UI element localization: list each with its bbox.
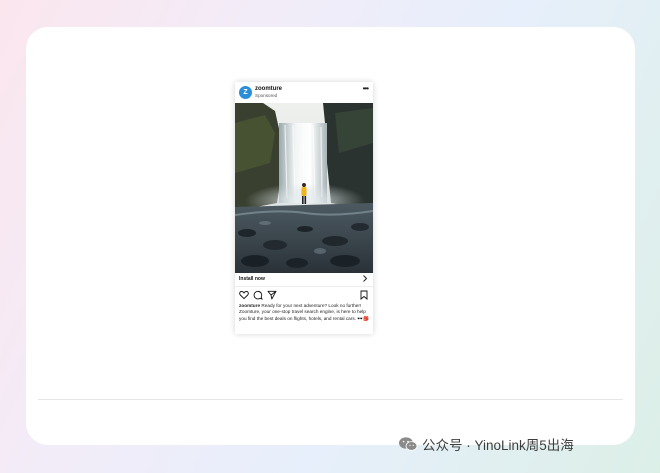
divider bbox=[38, 399, 623, 400]
sponsored-label: Sponsored bbox=[255, 93, 278, 98]
action-bar bbox=[235, 287, 373, 303]
post-header: Z zoomture Sponsored ••• bbox=[235, 82, 373, 103]
share-icon[interactable] bbox=[267, 290, 277, 300]
username[interactable]: zoomture bbox=[255, 86, 282, 92]
install-now-bar[interactable]: Install now bbox=[235, 273, 373, 287]
chevron-right-icon[interactable] bbox=[361, 274, 369, 283]
install-now-label[interactable]: Install now bbox=[239, 276, 265, 282]
post-image bbox=[235, 103, 373, 273]
watermark-text: 公众号 · YinoLink周5出海 bbox=[422, 438, 574, 453]
heart-icon[interactable] bbox=[239, 290, 249, 300]
more-options-icon[interactable]: ••• bbox=[363, 84, 369, 93]
bookmark-icon[interactable] bbox=[359, 290, 369, 300]
post-caption: zoomture Ready for your next adventure? … bbox=[235, 303, 373, 322]
watermark: 公众号 · YinoLink周5出海 bbox=[398, 434, 574, 454]
comment-icon[interactable] bbox=[253, 290, 263, 300]
wechat-icon bbox=[399, 437, 418, 451]
instagram-ad-preview: Z zoomture Sponsored ••• Install now zoo… bbox=[235, 82, 373, 334]
caption-emoji: 🕶️🎒 bbox=[357, 315, 369, 321]
avatar[interactable]: Z bbox=[239, 86, 252, 99]
caption-username[interactable]: zoomture bbox=[239, 303, 260, 308]
